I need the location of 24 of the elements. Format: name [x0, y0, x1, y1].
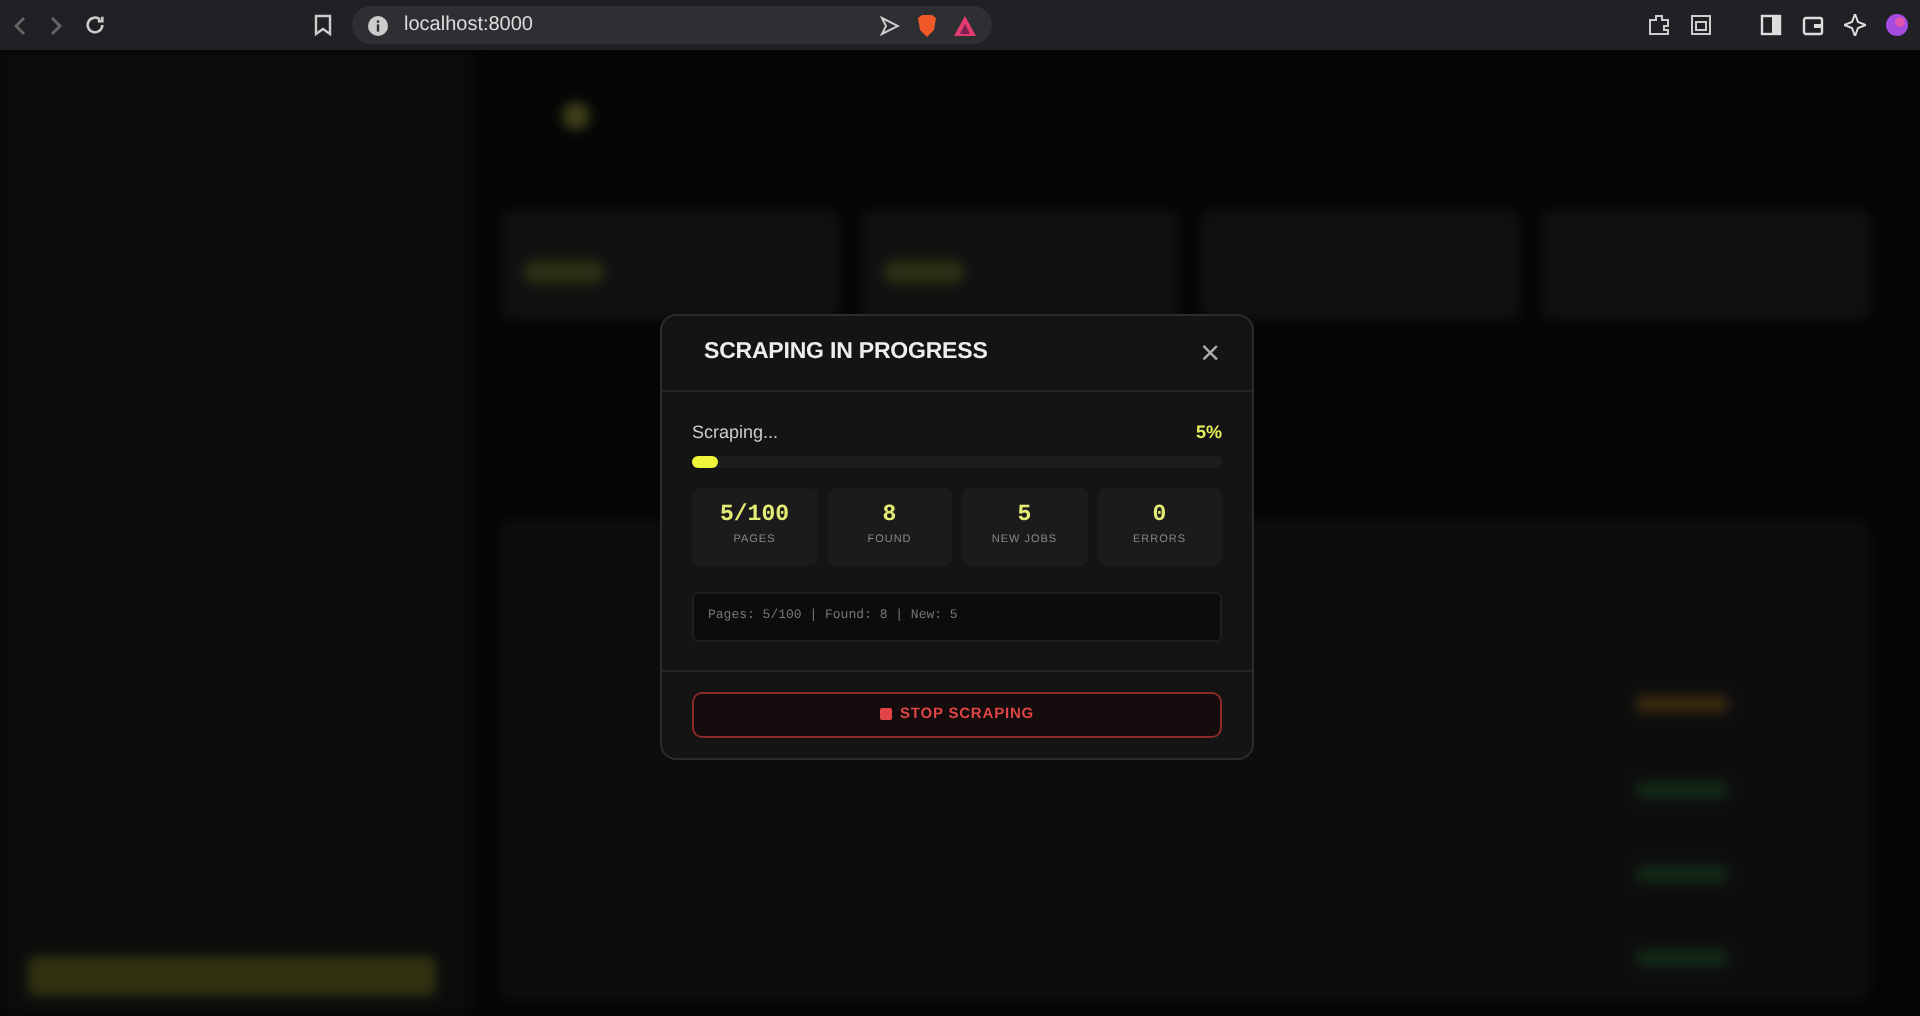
- stat-value: 8: [882, 503, 897, 529]
- stop-icon: [879, 708, 892, 720]
- reload-icon[interactable]: [84, 14, 106, 36]
- send-icon[interactable]: [880, 15, 900, 35]
- stat-value: 0: [1152, 503, 1167, 529]
- url-text: localhost:8000: [404, 12, 533, 40]
- stat-value: 5/100: [719, 503, 789, 529]
- close-button[interactable]: ×: [1196, 336, 1224, 370]
- progress-percent: 5%: [1195, 420, 1222, 446]
- back-icon[interactable]: [12, 15, 28, 35]
- dialog-title: SCRAPING IN PROGRESS: [704, 337, 988, 368]
- puzzle-icon[interactable]: [1648, 14, 1670, 36]
- wallet-icon[interactable]: [1802, 14, 1824, 36]
- address-bar[interactable]: localhost:8000: [352, 6, 992, 44]
- profile-icon[interactable]: [1886, 14, 1908, 36]
- progress-label: Scraping...: [692, 420, 779, 446]
- triangle-icon[interactable]: [954, 15, 976, 35]
- info-icon[interactable]: [368, 15, 388, 35]
- bookmark-icon[interactable]: [314, 14, 332, 36]
- stat-value: 5: [1017, 503, 1032, 529]
- sparkle-icon[interactable]: [1844, 14, 1866, 36]
- forward-icon[interactable]: [48, 15, 64, 35]
- window-icon[interactable]: [1690, 14, 1712, 36]
- sidebar-icon[interactable]: [1760, 14, 1782, 36]
